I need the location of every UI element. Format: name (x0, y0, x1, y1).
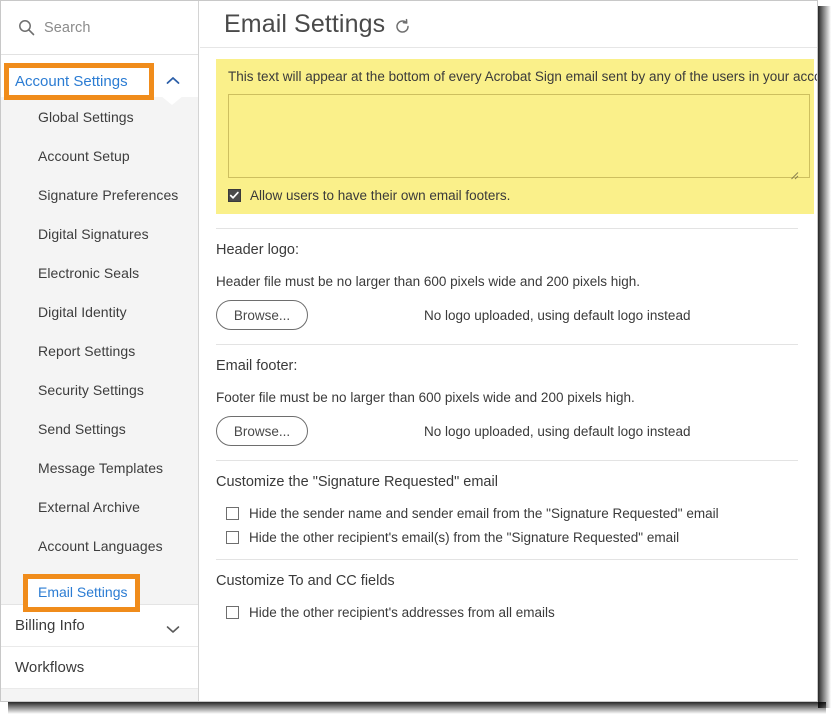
header-logo-browse-button[interactable]: Browse... (216, 300, 308, 330)
to-cc-fields-title: Customize To and CC fields (216, 573, 395, 589)
hide-sender-name-label: Hide the sender name and sender email fr… (249, 506, 719, 521)
sidebar-group-account-settings[interactable]: Account Settings (1, 55, 198, 105)
section-header-logo: Header logo: Header file must be no larg… (216, 228, 798, 330)
allow-own-footers-checkbox[interactable] (228, 189, 241, 202)
sidebar-item-electronic-seals[interactable]: Electronic Seals (1, 253, 198, 292)
email-footer-textarea-wrapper (228, 94, 810, 180)
header-logo-note: Header file must be no larger than 600 p… (216, 274, 641, 289)
sidebar-item-email-settings[interactable]: Email Settings (1, 565, 198, 604)
email-footer-logo-note: Footer file must be no larger than 600 p… (216, 390, 635, 405)
app-window: Search Account Settings Global Settings … (0, 0, 818, 702)
sidebar-item-label: Email Settings (38, 576, 129, 593)
hide-recipient-emails-label: Hide the other recipient's email(s) from… (249, 530, 680, 545)
sidebar-item-label: Signature Preferences (38, 186, 179, 203)
sidebar-item-label: Global Settings (38, 108, 134, 125)
option-hide-recipient-emails[interactable]: Hide the other recipient's email(s) from… (216, 530, 798, 545)
email-footer-browse-button[interactable]: Browse... (216, 416, 308, 446)
sidebar-item-security-settings[interactable]: Security Settings (1, 370, 198, 409)
page-header: Email Settings (200, 1, 817, 48)
header-logo-status: No logo uploaded, using default logo ins… (424, 307, 691, 323)
option-hide-sender-name[interactable]: Hide the sender name and sender email fr… (216, 506, 798, 521)
sidebar-group-label: Account Settings (15, 67, 129, 85)
hide-recipient-addresses-label: Hide the other recipient's addresses fro… (249, 605, 555, 620)
search-bar[interactable]: Search (1, 1, 198, 55)
refresh-icon[interactable] (394, 18, 411, 35)
option-hide-recipient-addresses[interactable]: Hide the other recipient's addresses fro… (216, 605, 798, 620)
hide-recipient-emails-checkbox[interactable] (226, 531, 239, 544)
email-footer-browse-row: Browse... No logo uploaded, using defaul… (216, 416, 798, 446)
email-footer-textarea[interactable] (228, 94, 810, 178)
hide-recipient-addresses-checkbox[interactable] (226, 606, 239, 619)
sidebar-item-label: Report Settings (38, 342, 136, 359)
email-footer-logo-title: Email footer: (216, 358, 298, 374)
sidebar-item-label: Send Settings (38, 420, 126, 437)
sidebar-item-digital-signatures[interactable]: Digital Signatures (1, 214, 198, 253)
search-input[interactable]: Search (44, 20, 91, 36)
sidebar: Search Account Settings Global Settings … (1, 1, 199, 701)
chevron-down-icon[interactable] (166, 621, 180, 633)
sidebar-item-account-setup[interactable]: Account Setup (1, 136, 198, 175)
sidebar-item-label: Account Languages (38, 537, 163, 554)
allow-own-footers-row[interactable]: Allow users to have their own email foot… (228, 188, 802, 203)
page-title: Email Settings (224, 9, 386, 38)
sidebar-item-label: Account Setup (38, 147, 130, 164)
email-footer-panel: This text will appear at the bottom of e… (216, 59, 817, 214)
sidebar-item-label: External Archive (38, 498, 140, 515)
hide-sender-name-checkbox[interactable] (226, 507, 239, 520)
chevron-up-icon[interactable] (166, 72, 180, 84)
email-footer-description: This text will appear at the bottom of e… (228, 69, 817, 84)
sidebar-item-label: Electronic Seals (38, 264, 140, 281)
sidebar-item-global-settings[interactable]: Global Settings (1, 97, 198, 136)
section-signature-requested: Customize the "Signature Requested" emai… (216, 460, 798, 545)
sidebar-item-label: Digital Signatures (38, 225, 149, 242)
window-shadow-bottom (8, 702, 826, 714)
sidebar-item-label: Security Settings (38, 381, 144, 398)
screenshot-root: Search Account Settings Global Settings … (0, 0, 831, 714)
sidebar-item-digital-identity[interactable]: Digital Identity (1, 292, 198, 331)
search-icon (18, 19, 35, 36)
section-to-cc-fields: Customize To and CC fields Hide the othe… (216, 559, 798, 620)
header-logo-title: Header logo: (216, 242, 300, 258)
main-content: Email Settings This text will appear at … (200, 1, 817, 701)
sidebar-item-label: Message Templates (38, 459, 164, 476)
sidebar-item-report-settings[interactable]: Report Settings (1, 331, 198, 370)
settings-content: This text will appear at the bottom of e… (200, 59, 817, 620)
sidebar-item-label: Digital Identity (38, 303, 127, 320)
window-shadow-right (818, 6, 831, 708)
sidebar-group-workflows[interactable]: Workflows (1, 647, 198, 689)
signature-requested-title: Customize the "Signature Requested" emai… (216, 474, 498, 490)
sidebar-group-label: Billing Info (15, 617, 85, 634)
sidebar-group-billing-info[interactable]: Billing Info (1, 605, 198, 647)
sidebar-item-account-languages[interactable]: Account Languages (1, 526, 198, 565)
sidebar-item-message-templates[interactable]: Message Templates (1, 448, 198, 487)
email-footer-status: No logo uploaded, using default logo ins… (424, 423, 691, 439)
section-email-footer-logo: Email footer: Footer file must be no lar… (216, 344, 798, 446)
sidebar-item-send-settings[interactable]: Send Settings (1, 409, 198, 448)
allow-own-footers-label: Allow users to have their own email foot… (250, 188, 511, 203)
header-logo-browse-row: Browse... No logo uploaded, using defaul… (216, 300, 798, 330)
sidebar-group-label: Workflows (15, 659, 85, 676)
sidebar-item-external-archive[interactable]: External Archive (1, 487, 198, 526)
sidebar-item-signature-preferences[interactable]: Signature Preferences (1, 175, 198, 214)
